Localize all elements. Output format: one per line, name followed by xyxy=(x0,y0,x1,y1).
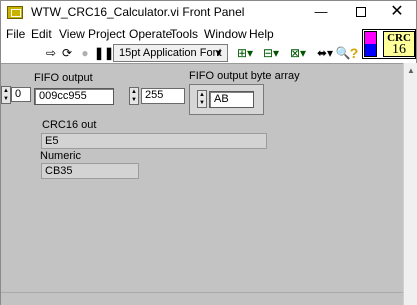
title-bar: WTW_CRC16_Calculator.vi Front Panel — ✕ xyxy=(1,1,416,25)
spin-up-icon[interactable]: ▲ xyxy=(130,88,138,96)
scroll-up-icon[interactable]: ▲ xyxy=(407,66,415,75)
numeric-label: Numeric xyxy=(40,150,81,162)
crc16-out-label: CRC16 out xyxy=(42,119,97,131)
fifo-output-string[interactable]: 009cc955 xyxy=(34,88,114,105)
maximize-icon xyxy=(356,7,366,17)
menu-operate[interactable]: Operate xyxy=(129,27,172,41)
crc16-out-indicator: E5 xyxy=(41,133,267,149)
menu-edit[interactable]: Edit xyxy=(31,27,52,41)
connector-terminal-top xyxy=(365,32,376,44)
font-select[interactable]: 15pt Application Font ▼ xyxy=(113,44,228,62)
crc-icon-number: 16 xyxy=(392,42,406,57)
vertical-scrollbar[interactable]: ▲ xyxy=(403,63,417,305)
fifo-output-index-spinner[interactable]: ▲ ▼ xyxy=(1,86,11,104)
numeric-indicator: CB35 xyxy=(41,163,139,179)
spin-up-icon[interactable]: ▲ xyxy=(198,91,206,99)
help-icon[interactable]: ? xyxy=(346,45,362,61)
font-select-value: 15pt Application Font xyxy=(119,47,222,59)
distribute-objects-icon[interactable]: ⊟▾ xyxy=(260,45,282,61)
byte-array-index-spinner[interactable]: ▲ ▼ xyxy=(129,87,139,105)
resize-objects-icon[interactable]: ⊠▾ xyxy=(287,45,309,61)
labview-app-icon xyxy=(7,6,23,19)
reorder-icon[interactable]: ⬌▾ xyxy=(315,45,335,61)
close-button[interactable]: ✕ xyxy=(375,1,417,25)
spin-down-icon[interactable]: ▼ xyxy=(2,95,10,103)
vi-icon[interactable]: CRC 16 xyxy=(362,29,416,59)
connector-pane-icon xyxy=(364,31,377,57)
menu-view[interactable]: View xyxy=(59,27,85,41)
chevron-down-icon: ▼ xyxy=(214,48,223,58)
run-continuously-icon[interactable]: ⟳ xyxy=(59,45,75,61)
panel-bottom-divider xyxy=(1,292,403,293)
crc16-icon: CRC 16 xyxy=(383,31,415,57)
connector-terminal-bottom xyxy=(365,44,376,56)
menu-window[interactable]: Window xyxy=(204,27,247,41)
fifo-output-label: FIFO output xyxy=(34,72,93,84)
byte-array-element[interactable]: AB xyxy=(209,91,254,108)
menu-project[interactable]: Project xyxy=(88,27,125,41)
align-objects-icon[interactable]: ⊞▾ xyxy=(234,45,256,61)
menu-tools[interactable]: Tools xyxy=(170,27,198,41)
spin-down-icon[interactable]: ▼ xyxy=(198,99,206,107)
menu-bar: File Edit View Project Operate Tools Win… xyxy=(1,26,361,42)
minimize-button[interactable]: — xyxy=(299,1,343,25)
menu-file[interactable]: File xyxy=(6,27,25,41)
fifo-byte-array-label: FIFO output byte array xyxy=(189,70,300,82)
front-panel-window: WTW_CRC16_Calculator.vi Front Panel — ✕ … xyxy=(0,0,417,305)
byte-array-index[interactable]: 255 xyxy=(141,88,185,104)
abort-icon[interactable]: ● xyxy=(77,45,93,61)
spin-down-icon[interactable]: ▼ xyxy=(130,96,138,104)
pause-icon[interactable]: ❚❚ xyxy=(94,45,114,61)
menu-help[interactable]: Help xyxy=(249,27,274,41)
spin-up-icon[interactable]: ▲ xyxy=(2,87,10,95)
run-arrow-icon[interactable]: ⇨ xyxy=(43,45,59,61)
fifo-output-index[interactable]: 0 xyxy=(11,87,31,102)
window-title: WTW_CRC16_Calculator.vi Front Panel xyxy=(31,5,245,19)
byte-element-spinner[interactable]: ▲ ▼ xyxy=(197,90,207,108)
byte-array-frame: ▲ ▼ AB xyxy=(189,84,264,115)
toolbar: ⇨ ⟳ ● ❚❚ 15pt Application Font ▼ ⊞▾ ⊟▾ ⊠… xyxy=(1,43,361,63)
